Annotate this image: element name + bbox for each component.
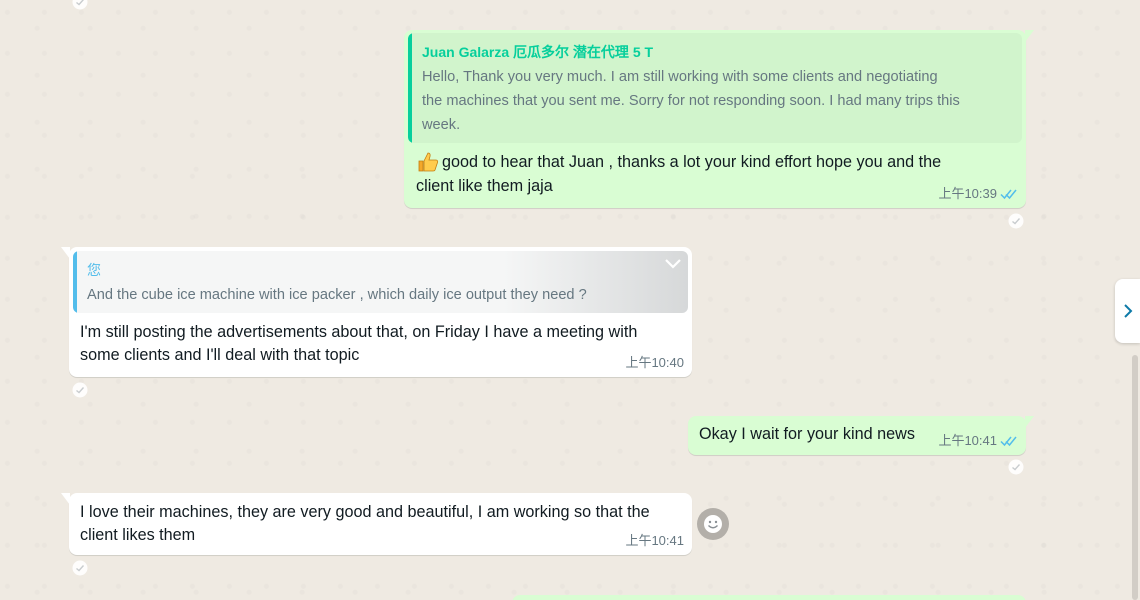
bubble-tail <box>61 247 70 259</box>
react-icon[interactable] <box>1008 213 1024 229</box>
message-time: 上午10:41 <box>938 433 997 448</box>
quote-text-line: Hello, Thank you very much. I am still w… <box>422 69 938 85</box>
read-ticks-icon <box>1000 436 1017 446</box>
quoted-message[interactable]: Juan Galarza 厄瓜多尔 潜在代理 5 T Hello, Thank … <box>408 33 1022 143</box>
side-panel-toggle[interactable] <box>1115 279 1140 343</box>
read-ticks-icon <box>1000 189 1017 199</box>
message-meta: 上午10:41 <box>938 429 1018 452</box>
message-text-line: I'm still posting the advertisements abo… <box>80 323 638 341</box>
emoji-reaction-button[interactable] <box>697 508 729 540</box>
message-meta: 上午10:39 <box>938 182 1018 205</box>
message-outgoing[interactable]: Okay I wait for your kind news 上午10:41 <box>688 416 1034 455</box>
message-text-line: some clients and I'll deal with that top… <box>80 346 360 364</box>
react-icon[interactable] <box>72 560 88 576</box>
scrollbar[interactable] <box>1132 355 1138 600</box>
message-text-line: client like them jaja <box>416 177 553 195</box>
message-text-line: Okay I wait for your kind news <box>699 425 915 443</box>
quote-text-line: week. <box>422 117 461 133</box>
message-incoming[interactable]: I love their machines, they are very goo… <box>61 493 692 555</box>
message-meta: 上午10:40 <box>625 351 684 374</box>
message-text-line: client likes them <box>80 526 196 544</box>
message-time: 上午10:39 <box>938 186 997 201</box>
bubble-tail <box>1025 416 1034 428</box>
quote-bar <box>408 33 412 143</box>
message-time: 上午10:41 <box>625 533 684 548</box>
message-text-line: good to hear that Juan , thanks a lot yo… <box>442 153 942 171</box>
emoji-icon <box>704 515 722 533</box>
message-text-line: I love their machines, they are very goo… <box>80 503 650 521</box>
chevron-right-icon <box>1123 304 1132 318</box>
bubble-tail <box>61 493 70 505</box>
chevron-down-icon[interactable] <box>663 257 683 271</box>
react-icon[interactable] <box>72 0 88 10</box>
quote-bar <box>73 251 77 313</box>
react-icon[interactable] <box>1008 459 1024 475</box>
message-incoming[interactable]: 您 And the cube ice machine with ice pack… <box>61 247 692 377</box>
quote-author: 您 <box>87 262 101 278</box>
quote-text-line: the machines that you sent me. Sorry for… <box>422 93 960 109</box>
message-meta: 上午10:41 <box>625 529 684 552</box>
message-time: 上午10:40 <box>625 355 684 370</box>
quoted-message[interactable]: 您 And the cube ice machine with ice pack… <box>73 251 688 313</box>
bubble-tail <box>1025 30 1034 42</box>
quote-author: Juan Galarza 厄瓜多尔 潜在代理 5 T <box>422 44 654 60</box>
thumbs-up-emoji <box>418 152 439 172</box>
react-icon[interactable] <box>72 382 88 398</box>
quote-text-line: And the cube ice machine with ice packer… <box>87 287 587 303</box>
message-outgoing-partial[interactable] <box>512 595 1026 600</box>
message-outgoing[interactable]: Juan Galarza 厄瓜多尔 潜在代理 5 T Hello, Thank … <box>404 30 1034 208</box>
